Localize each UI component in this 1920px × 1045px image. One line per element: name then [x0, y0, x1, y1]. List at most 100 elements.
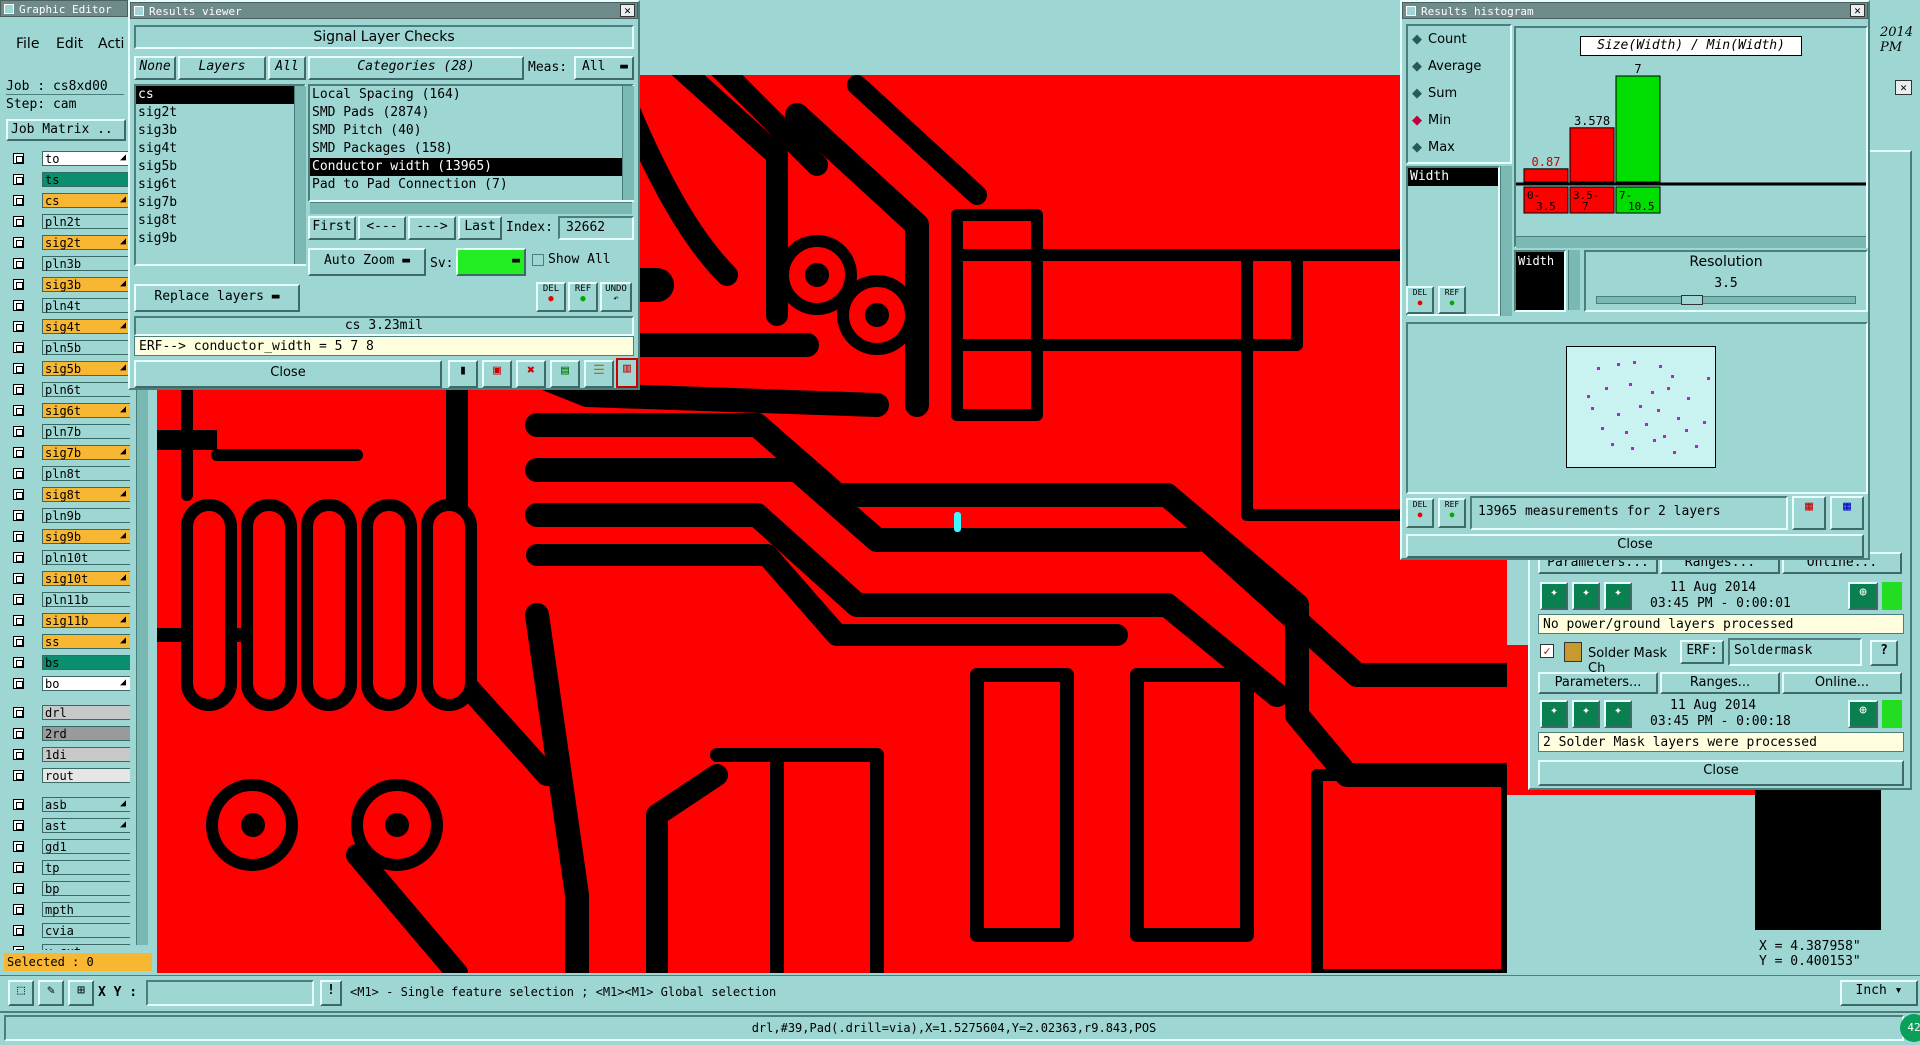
layer-name[interactable]: bo	[42, 676, 130, 691]
result-layer-item[interactable]: sig9b	[136, 230, 304, 248]
select-tool-icon[interactable]: ⬚	[8, 980, 34, 1006]
layer-name[interactable]: pln8t	[42, 466, 130, 481]
last-button[interactable]: Last	[458, 216, 502, 240]
layer-checkbox[interactable]	[13, 749, 24, 760]
histogram-bar[interactable]	[1615, 75, 1661, 183]
layer-checkbox[interactable]	[13, 216, 24, 227]
layer-checkbox[interactable]	[13, 657, 24, 668]
radio-icon[interactable]: ◆	[1412, 59, 1422, 74]
layer-name[interactable]: gd1	[42, 839, 130, 854]
layer-checkbox[interactable]	[13, 552, 24, 563]
layer-row-tp[interactable]: tp	[10, 859, 130, 876]
layer-checkbox[interactable]	[13, 862, 24, 873]
layer-row-cs[interactable]: cs ◢	[10, 192, 130, 209]
clear-icon[interactable]: ✖	[516, 360, 546, 388]
hist-del-button-2[interactable]: DEL ●	[1406, 498, 1434, 528]
layer-name[interactable]: sig9b	[42, 529, 130, 544]
layer-checkbox[interactable]	[13, 883, 24, 894]
layer-name[interactable]: sig5b	[42, 361, 130, 376]
category-item[interactable]: SMD Pitch (40)	[310, 122, 632, 140]
layer-name[interactable]: pln3b	[42, 256, 130, 271]
layer-name[interactable]: pln2t	[42, 214, 130, 229]
category-item[interactable]: Conductor width (13965)	[310, 158, 632, 176]
run-step-icon-2[interactable]: ✦	[1604, 700, 1632, 728]
layer-checkbox[interactable]	[13, 342, 24, 353]
layer-row-1di[interactable]: 1di	[10, 746, 130, 763]
layer-checkbox[interactable]	[13, 279, 24, 290]
layer-row-sig7b[interactable]: sig7b ◢	[10, 444, 130, 461]
layer-checkbox[interactable]	[13, 770, 24, 781]
category-item[interactable]: Local Spacing (164)	[310, 86, 632, 104]
layer-row-sig9b[interactable]: sig9b ◢	[10, 528, 130, 545]
layer-row-gd1[interactable]: gd1	[10, 838, 130, 855]
layer-row-ts[interactable]: ts	[10, 171, 130, 188]
layer-checkbox[interactable]	[13, 174, 24, 185]
layer-row-cvia[interactable]: cvia	[10, 922, 130, 939]
layer-checkbox[interactable]	[13, 707, 24, 718]
layer-row-pln11b[interactable]: pln11b	[10, 591, 130, 608]
category-item[interactable]: SMD Pads (2874)	[310, 104, 632, 122]
layer-name[interactable]: sig3b	[42, 277, 130, 292]
layer-name[interactable]: pln9b	[42, 508, 130, 523]
layer-name[interactable]: pln4t	[42, 298, 130, 313]
layer-name[interactable]: pln5b	[42, 340, 130, 355]
erf-field[interactable]: Soldermask	[1728, 638, 1862, 666]
layer-name[interactable]: tp	[42, 860, 130, 875]
layer-checkbox[interactable]	[13, 321, 24, 332]
option-max[interactable]: ◆ Max	[1412, 140, 1455, 155]
sv-select[interactable]: ▬	[456, 248, 526, 276]
job-matrix-button[interactable]: Job Matrix ..	[6, 119, 126, 141]
close-icon[interactable]: ✕	[620, 4, 635, 17]
layer-name[interactable]: sig8t	[42, 487, 130, 502]
layer-checkbox[interactable]	[13, 728, 24, 739]
layer-row-pln6t[interactable]: pln6t	[10, 381, 130, 398]
histogram-bar[interactable]	[1569, 127, 1615, 183]
layer-row-pln3b[interactable]: pln3b	[10, 255, 130, 272]
layer-name[interactable]: ts	[42, 172, 130, 187]
zoom-icon-2[interactable]: ⊕	[1848, 700, 1878, 728]
menu-edit[interactable]: Edit	[56, 36, 83, 52]
result-layer-item[interactable]: sig6t	[136, 176, 304, 194]
layer-checkbox[interactable]	[13, 594, 24, 605]
next-button[interactable]: --->	[408, 216, 456, 240]
delete-result-icon[interactable]: ▣	[482, 360, 512, 388]
histogram-icon[interactable]: ▥	[616, 358, 638, 388]
layer-row-sig5b[interactable]: sig5b ◢	[10, 360, 130, 377]
checks-close-button[interactable]: Close	[1538, 760, 1904, 786]
chart-settings-icon[interactable]: ▦	[1830, 496, 1864, 530]
layer-row-mpth[interactable]: mpth	[10, 901, 130, 918]
layers-all-button[interactable]: All	[268, 56, 306, 80]
check-enabled-checkbox[interactable]: ✓	[1540, 644, 1554, 658]
report-icon[interactable]: ▤	[550, 360, 580, 388]
layer-row-sig8t[interactable]: sig8t ◢	[10, 486, 130, 503]
layer-row-pln2t[interactable]: pln2t	[10, 213, 130, 230]
layer-checkbox[interactable]	[13, 426, 24, 437]
layer-name[interactable]: rout	[42, 768, 130, 783]
layer-checkbox[interactable]	[13, 573, 24, 584]
erf-button[interactable]: ERF:	[1680, 640, 1724, 664]
prev-button[interactable]: <---	[358, 216, 406, 240]
measure-tool-icon[interactable]: ✎	[38, 980, 64, 1006]
layer-row-ast[interactable]: ast ◢	[10, 817, 130, 834]
menu-file[interactable]: File	[16, 36, 39, 52]
resolution-slider[interactable]	[1596, 295, 1856, 305]
hist-ref-button[interactable]: REF ●	[1438, 286, 1466, 314]
result-layer-item[interactable]: sig5b	[136, 158, 304, 176]
results-layer-scrollbar[interactable]	[294, 86, 306, 264]
layer-name[interactable]: pln6t	[42, 382, 130, 397]
layer-checkbox[interactable]	[13, 636, 24, 647]
layer-checkbox[interactable]	[13, 489, 24, 500]
layer-row-pln10t[interactable]: pln10t	[10, 549, 130, 566]
measure-item-width[interactable]: Width	[1408, 168, 1498, 186]
chart-export-icon[interactable]: ▦	[1792, 496, 1826, 530]
layer-row-sig2t[interactable]: sig2t ◢	[10, 234, 130, 251]
measure-list-scrollbar[interactable]	[1500, 166, 1512, 316]
layer-name[interactable]: sig11b	[42, 613, 130, 628]
layer-checkbox[interactable]	[13, 237, 24, 248]
layer-checkbox[interactable]	[13, 468, 24, 479]
layer-row-drl[interactable]: drl	[10, 704, 130, 721]
layer-row-sig6t[interactable]: sig6t ◢	[10, 402, 130, 419]
option-sum[interactable]: ◆ Sum	[1412, 86, 1457, 101]
online-button[interactable]: Online...	[1782, 672, 1902, 694]
layer-checkbox[interactable]	[13, 615, 24, 626]
